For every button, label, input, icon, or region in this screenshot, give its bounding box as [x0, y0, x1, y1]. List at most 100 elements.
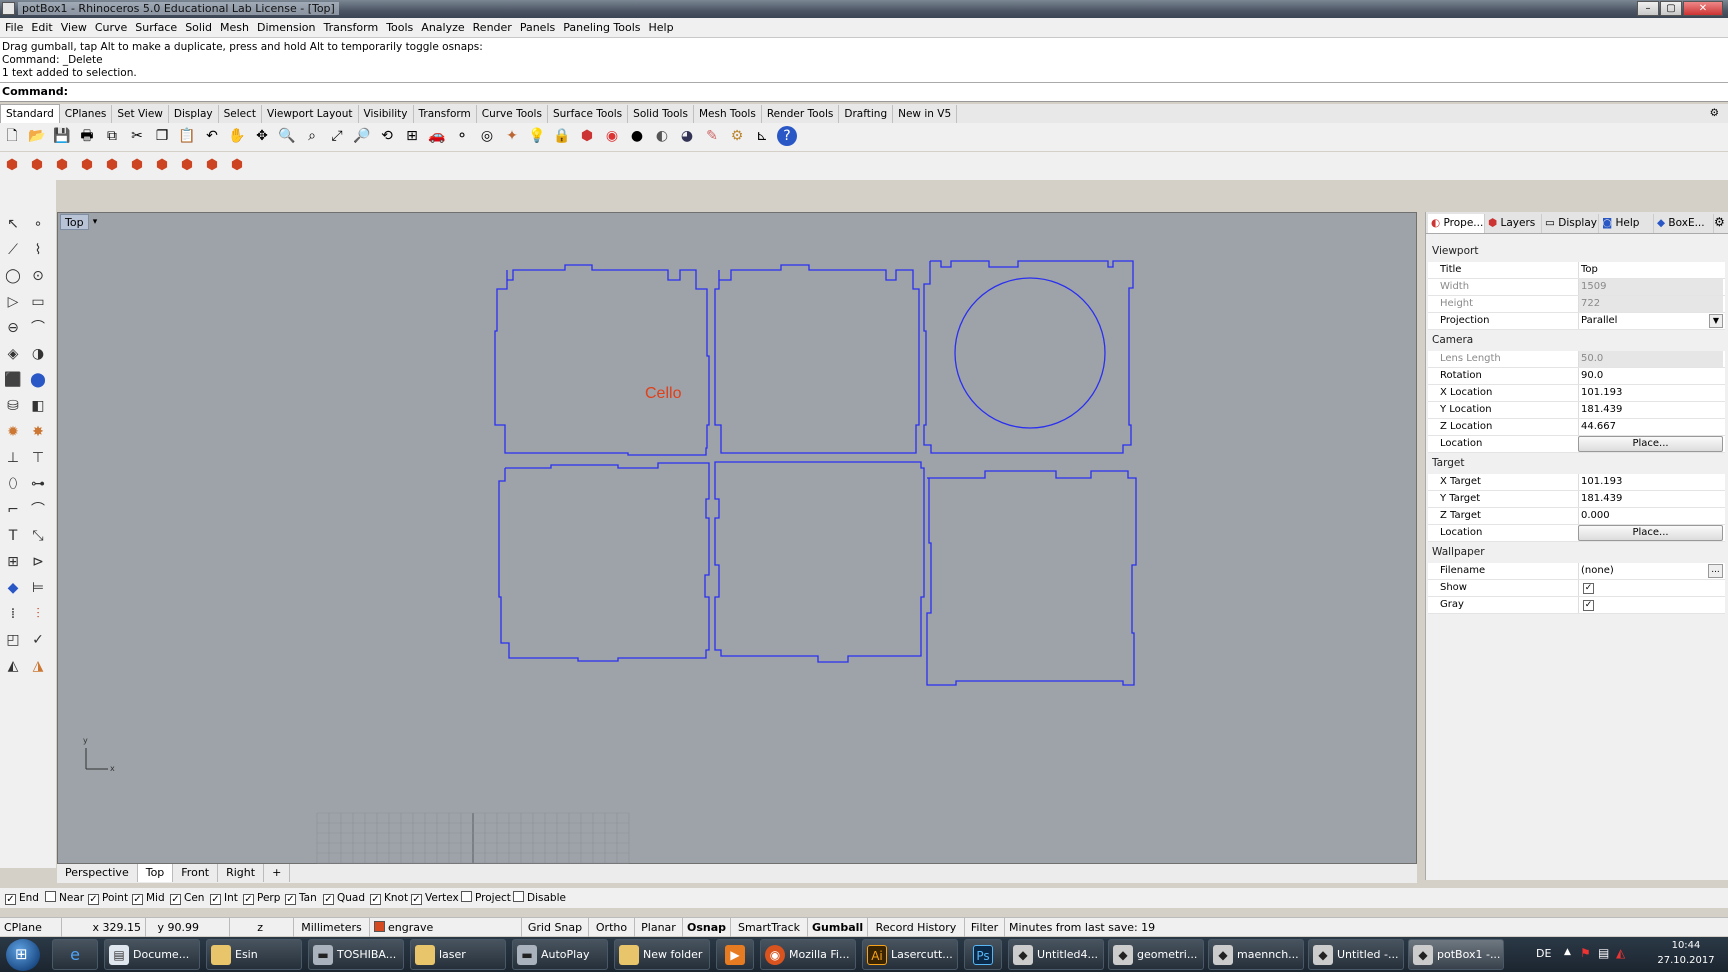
- start-button[interactable]: ⊞: [6, 939, 40, 971]
- gumball-toggle[interactable]: Gumball: [808, 918, 868, 937]
- tab-display[interactable]: Display: [169, 105, 219, 123]
- box-tool-icon[interactable]: ⬢: [177, 155, 197, 175]
- prop-value[interactable]: 0.000: [1578, 508, 1723, 524]
- box-tool-icon[interactable]: ⬢: [2, 155, 22, 175]
- photoshop-pinned[interactable]: Ps: [964, 939, 1002, 970]
- prop-value[interactable]: Top: [1578, 262, 1723, 278]
- dimension-icon[interactable]: ⊾: [752, 126, 772, 146]
- osnap-checkbox[interactable]: [461, 891, 472, 902]
- ie-pinned[interactable]: e: [52, 939, 98, 970]
- osnap-checkbox[interactable]: [513, 891, 524, 902]
- check-icon[interactable]: ✓: [28, 630, 48, 650]
- osnap-checkbox[interactable]: ✓: [170, 894, 181, 905]
- clock-time[interactable]: 10:44: [1660, 940, 1712, 951]
- surface-icon[interactable]: ◈: [3, 344, 23, 364]
- prop-value[interactable]: 181.439: [1578, 402, 1723, 418]
- osnap-point[interactable]: ✓ Point: [88, 891, 128, 905]
- osnap-checkbox[interactable]: ✓: [5, 894, 16, 905]
- osnap-near[interactable]: Near: [45, 891, 84, 905]
- taskbar-item[interactable]: Esin: [206, 939, 302, 970]
- osnap-toggle[interactable]: Osnap: [683, 918, 731, 937]
- paste-icon[interactable]: 📋: [177, 126, 197, 146]
- menu-help[interactable]: Help: [644, 18, 674, 38]
- osnap-disable[interactable]: Disable: [513, 891, 566, 905]
- menu-tools[interactable]: Tools: [381, 18, 413, 38]
- flag-icon[interactable]: ⚑: [1580, 946, 1591, 960]
- four-viewports-icon[interactable]: ⊞: [402, 126, 422, 146]
- dimension-linear-icon[interactable]: ⊨: [28, 578, 48, 598]
- menu-solid[interactable]: Solid: [180, 18, 212, 38]
- cplane-icon[interactable]: ◎: [477, 126, 497, 146]
- menu-curve[interactable]: Curve: [90, 18, 127, 38]
- tab-transform[interactable]: Transform: [414, 105, 477, 123]
- box-tool-icon[interactable]: ⬢: [102, 155, 122, 175]
- box-tool-icon[interactable]: ⬢: [202, 155, 222, 175]
- taskbar-item[interactable]: ▤ Docume...: [104, 939, 200, 970]
- box-tool-icon[interactable]: ⬢: [127, 155, 147, 175]
- taskbar-item[interactable]: ◆ Untitled4...: [1008, 939, 1104, 970]
- array-icon[interactable]: ⊞: [3, 552, 23, 572]
- prop-x-location[interactable]: X Location 101.193: [1428, 385, 1725, 402]
- projection-select[interactable]: Parallel: [1578, 313, 1723, 329]
- record-history-toggle[interactable]: Record History: [868, 918, 965, 937]
- box-tool-icon[interactable]: ⬢: [27, 155, 47, 175]
- tab-select[interactable]: Select: [219, 105, 263, 123]
- osnap-mid[interactable]: ✓ Mid: [132, 891, 165, 905]
- network-icon[interactable]: ▤: [1598, 946, 1609, 960]
- smarttrack-toggle[interactable]: SmartTrack: [731, 918, 808, 937]
- new-file-icon[interactable]: 🗋: [2, 126, 22, 146]
- box-tool-icon[interactable]: ⬢: [227, 155, 247, 175]
- browse-button[interactable]: ...: [1708, 564, 1723, 578]
- chevron-down-icon[interactable]: ▼: [1709, 314, 1723, 328]
- analyze-icon[interactable]: ⫶: [28, 604, 48, 624]
- sweep-icon[interactable]: ◰: [3, 630, 23, 650]
- menu-transform[interactable]: Transform: [318, 18, 378, 38]
- prop-rotation[interactable]: Rotation 90.0: [1428, 368, 1725, 385]
- grid-icon[interactable]: ⚬: [452, 126, 472, 146]
- language-indicator[interactable]: DE: [1536, 947, 1551, 960]
- menu-panels[interactable]: Panels: [515, 18, 555, 38]
- print-icon[interactable]: 🖶: [77, 126, 97, 146]
- layer-indicator[interactable]: engrave: [370, 918, 522, 937]
- taskbar-item[interactable]: ◉ Mozilla Fi...: [760, 939, 856, 970]
- cut-icon[interactable]: ✂: [127, 126, 147, 146]
- tab-front[interactable]: Front: [173, 864, 219, 882]
- point-icon[interactable]: ∘: [28, 214, 48, 234]
- filter-toggle[interactable]: Filter: [965, 918, 1005, 937]
- rotate-view-icon[interactable]: ⟲: [377, 126, 397, 146]
- tab-layers[interactable]: ⬢ Layers: [1485, 214, 1542, 233]
- osnap-checkbox[interactable]: ✓: [323, 894, 334, 905]
- show-checkbox[interactable]: ✓: [1583, 583, 1594, 594]
- gear-icon[interactable]: ⚙: [1705, 104, 1724, 122]
- prop-z-target[interactable]: Z Target 0.000: [1428, 508, 1725, 525]
- tab-right[interactable]: Right: [218, 864, 265, 882]
- boolean-icon[interactable]: ⬤: [28, 370, 48, 390]
- osnap-checkbox[interactable]: [45, 891, 56, 902]
- cylinder-icon[interactable]: ⛁: [3, 396, 23, 416]
- move-icon[interactable]: ✥: [252, 126, 272, 146]
- planar-toggle[interactable]: Planar: [635, 918, 683, 937]
- help-icon[interactable]: ?: [777, 126, 797, 146]
- tab-help[interactable]: ◙ Help: [1599, 214, 1654, 233]
- taskbar-item[interactable]: New folder: [614, 939, 710, 970]
- arc-icon[interactable]: ⌒: [28, 318, 48, 338]
- taskbar-item[interactable]: ◆ geometri...: [1108, 939, 1204, 970]
- curve-icon[interactable]: ⌇: [28, 240, 48, 260]
- explode-icon[interactable]: ✸: [28, 422, 48, 442]
- zoom-extents-icon[interactable]: ⤢: [327, 126, 347, 146]
- prop-title[interactable]: Title Top: [1428, 262, 1725, 279]
- taskbar-item[interactable]: ◆ Untitled -...: [1308, 939, 1404, 970]
- osnap-checkbox[interactable]: ✓: [210, 894, 221, 905]
- osnap-checkbox[interactable]: ✓: [243, 894, 254, 905]
- render-tool-icon[interactable]: ◭: [3, 656, 23, 676]
- taskbar-item-active[interactable]: ◆ potBox1 -...: [1408, 939, 1504, 970]
- tab-boxedit[interactable]: ◆ BoxE...: [1654, 214, 1714, 233]
- tab-standard[interactable]: Standard: [0, 104, 60, 123]
- tab-mesh-tools[interactable]: Mesh Tools: [694, 105, 762, 123]
- grid-array-icon[interactable]: ⁞: [3, 604, 23, 624]
- offset-icon[interactable]: ⌒: [28, 500, 48, 520]
- menu-edit[interactable]: Edit: [26, 18, 52, 38]
- tab-top[interactable]: Top: [137, 864, 174, 882]
- camera-place-button[interactable]: Place...: [1578, 436, 1723, 452]
- tab-perspective[interactable]: Perspective: [57, 864, 138, 882]
